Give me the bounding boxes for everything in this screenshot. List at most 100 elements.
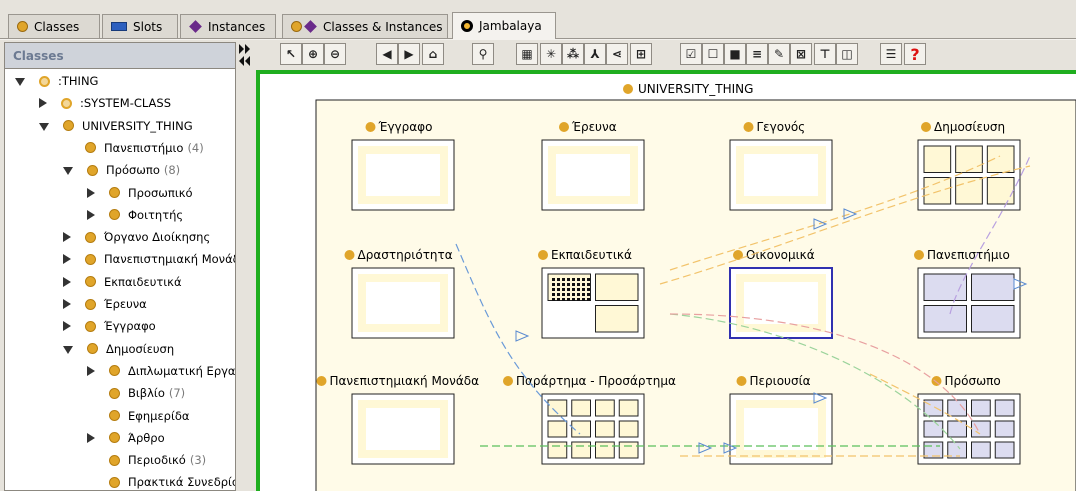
expand-triangle-icon[interactable] xyxy=(87,432,95,443)
child-class-box[interactable] xyxy=(971,273,1015,301)
child-class-box[interactable] xyxy=(618,441,639,459)
tree-item[interactable]: UNIVERSITY_THING xyxy=(39,115,193,137)
tree-item[interactable]: Άρθρο xyxy=(87,427,165,449)
collapse-triangle-icon[interactable] xyxy=(63,345,73,354)
child-class-box[interactable] xyxy=(994,420,1015,438)
grid-layout-icon[interactable]: ⊞ xyxy=(630,43,652,65)
expand-triangle-icon[interactable] xyxy=(87,187,95,198)
child-class-box[interactable] xyxy=(994,399,1015,417)
child-class-box[interactable] xyxy=(618,420,639,438)
child-class-box[interactable] xyxy=(971,399,991,417)
tree-map-icon[interactable]: ⊤ xyxy=(814,43,836,65)
tree-item[interactable]: Προσωπικό xyxy=(87,182,193,204)
tab-slots[interactable]: Slots xyxy=(102,14,178,38)
tree-item[interactable]: :SYSTEM-CLASS xyxy=(39,92,171,114)
child-class-box[interactable] xyxy=(986,145,1015,173)
collapse-triangle-icon[interactable] xyxy=(63,167,73,176)
child-class-box[interactable] xyxy=(618,399,639,417)
tree-item[interactable]: Έρευνα xyxy=(63,293,147,315)
tree-item[interactable]: Δημοσίευση xyxy=(63,338,174,360)
abc-layout-icon[interactable]: ▦ xyxy=(516,43,538,65)
child-class-box[interactable] xyxy=(971,420,991,438)
tab-classes-instances[interactable]: Classes & Instances xyxy=(282,14,448,38)
tree-item[interactable]: Περιοδικό (3) xyxy=(87,449,206,471)
tab-jambalaya[interactable]: Jambalaya xyxy=(452,12,556,39)
arc-icon[interactable]: ≡ xyxy=(746,43,768,65)
tree-item[interactable]: Πανεπιστήμιο (4) xyxy=(63,137,204,159)
child-class-box[interactable] xyxy=(923,145,952,173)
child-class-box[interactable] xyxy=(595,441,615,459)
class-node[interactable]: Δραστηριότητα xyxy=(344,248,455,339)
tree-item[interactable]: Εφημερίδα xyxy=(87,405,189,427)
child-class-box[interactable] xyxy=(955,177,983,205)
edit-icon[interactable]: ✎ xyxy=(768,43,790,65)
collapse-triangle-icon[interactable] xyxy=(15,78,25,86)
graph-view[interactable]: UNIVERSITY_THING Έγγραφο Έρευνα Γεγονός Δημο… xyxy=(260,74,1076,491)
binoculars-icon[interactable]: ⚲ xyxy=(472,43,494,65)
tree-item[interactable]: Βιβλίο (7) xyxy=(87,382,185,404)
expand-triangle-icon[interactable] xyxy=(87,209,95,220)
child-class-box[interactable] xyxy=(571,441,591,459)
child-class-box[interactable] xyxy=(955,145,983,173)
child-class-box[interactable] xyxy=(595,273,639,301)
forward-icon[interactable]: ▶ xyxy=(398,43,420,65)
select-arrow-icon[interactable]: ↖ xyxy=(280,43,302,65)
horizontal-tree-icon[interactable]: ⋖ xyxy=(606,43,628,65)
child-class-box[interactable] xyxy=(923,420,944,438)
tab-classes[interactable]: Classes xyxy=(8,14,100,38)
tree-item[interactable]: Έγγραφο xyxy=(63,315,156,337)
child-class-box[interactable] xyxy=(947,420,967,438)
expand-triangle-icon[interactable] xyxy=(63,276,71,287)
child-class-box[interactable] xyxy=(571,399,591,417)
child-class-box[interactable] xyxy=(547,441,568,459)
color-icon[interactable]: ■ xyxy=(724,43,746,65)
zoom-out-icon[interactable]: ⊖ xyxy=(324,43,346,65)
child-class-box[interactable] xyxy=(986,177,1015,205)
back-icon[interactable]: ◀ xyxy=(376,43,398,65)
radial-layout-icon[interactable]: ✳ xyxy=(540,43,562,65)
expand-triangle-icon[interactable] xyxy=(39,98,47,109)
tree-item[interactable]: Πανεπιστημιακή Μονάδ xyxy=(63,248,235,270)
expand-triangle-icon[interactable] xyxy=(63,232,71,243)
child-class-box[interactable] xyxy=(547,420,568,438)
tree-item[interactable]: Πρόσωπο (8) xyxy=(63,159,180,181)
class-node[interactable]: Εκπαιδευτικά xyxy=(538,248,645,339)
tree-item[interactable]: :THING xyxy=(15,70,98,92)
child-class-box[interactable] xyxy=(971,305,1015,333)
tree-item[interactable]: Πρακτικά Συνεδρίοι xyxy=(87,471,235,490)
collapse-triangle-icon[interactable] xyxy=(39,122,49,131)
spring-layout-icon[interactable]: ⁂ xyxy=(562,43,584,65)
checklist-icon[interactable]: ☑ xyxy=(680,43,702,65)
child-class-box[interactable] xyxy=(595,420,615,438)
class-dot-icon xyxy=(85,276,96,288)
collapse-panel-handle[interactable] xyxy=(236,42,254,68)
child-class-box[interactable] xyxy=(595,305,639,333)
expand-triangle-icon[interactable] xyxy=(87,365,95,376)
options-icon[interactable]: ☰ xyxy=(880,43,902,65)
filter-icon[interactable]: ☐ xyxy=(702,43,724,65)
expand-triangle-icon[interactable] xyxy=(63,254,71,265)
tree-item[interactable]: Διπλωματική Εργα xyxy=(87,360,235,382)
tree-item[interactable]: Φοιτητής xyxy=(87,204,183,226)
jambalaya-canvas[interactable]: UNIVERSITY_THING Έγγραφο Έρευνα Γεγονός Δημο… xyxy=(256,70,1076,491)
help-icon[interactable]: ? xyxy=(904,43,926,65)
child-class-box[interactable] xyxy=(994,441,1015,459)
window-icon[interactable]: ◫ xyxy=(836,43,858,65)
zoom-in-icon[interactable]: ⊕ xyxy=(302,43,324,65)
tree-item[interactable]: Εκπαιδευτικά xyxy=(63,271,182,293)
child-class-box[interactable] xyxy=(923,177,952,205)
child-class-box[interactable] xyxy=(595,399,615,417)
tree-item[interactable]: Όργανο Διοίκησης xyxy=(63,226,210,248)
double-chevron-icon[interactable] xyxy=(236,42,254,68)
nested-view-icon[interactable]: ⊠ xyxy=(790,43,812,65)
expand-triangle-icon[interactable] xyxy=(63,321,71,332)
home-icon[interactable]: ⌂ xyxy=(422,43,444,65)
class-node[interactable]: Δημοσίευση xyxy=(917,120,1021,211)
child-class-box[interactable] xyxy=(923,305,967,333)
child-class-box[interactable] xyxy=(971,441,991,459)
expand-triangle-icon[interactable] xyxy=(63,299,71,309)
class-node[interactable]: Πανεπιστήμιο xyxy=(914,248,1021,339)
tab-instances[interactable]: Instances xyxy=(180,14,276,38)
child-class-box[interactable] xyxy=(547,273,591,301)
tree-layout-icon[interactable]: ⅄ xyxy=(584,43,606,65)
